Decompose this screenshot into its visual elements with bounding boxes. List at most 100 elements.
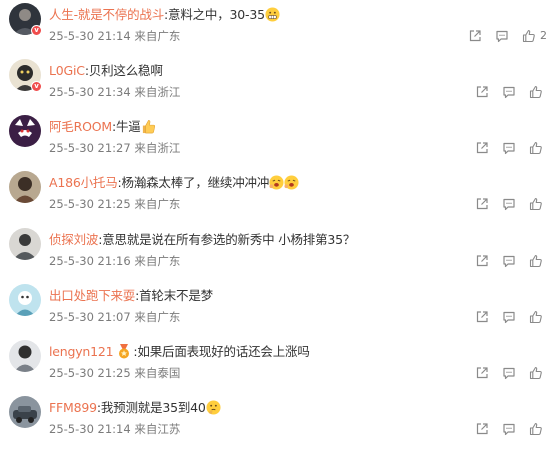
comment-line: 出口处跑下来耍:首轮末不是梦 bbox=[49, 287, 213, 304]
like-icon[interactable] bbox=[529, 422, 543, 436]
comment-actions bbox=[462, 310, 547, 324]
comment-location: 来自浙江 bbox=[134, 141, 181, 155]
comment-text: 贝利这么稳啊 bbox=[88, 63, 163, 78]
comment-text: 如果后面表现好的话还会上涨吗 bbox=[137, 344, 310, 359]
like-count: 2 bbox=[540, 29, 547, 42]
comment-item: FFM899:我预测就是35到40 25-5-30 21:14 来自江苏 bbox=[0, 396, 557, 452]
comment-icon[interactable] bbox=[502, 197, 516, 211]
comment-time: 25-5-30 21:25 bbox=[49, 197, 131, 211]
verified-badge-icon: v bbox=[31, 81, 42, 92]
comment-item: A186小托马:杨瀚森太棒了，继续冲冲冲 25-5-30 21:25 来自广东 bbox=[0, 171, 557, 227]
like-icon[interactable] bbox=[529, 310, 543, 324]
avatar[interactable] bbox=[9, 228, 41, 260]
comment-line: L0GiC:贝利这么稳啊 bbox=[49, 62, 163, 79]
comment-text: 牛逼 bbox=[115, 119, 141, 134]
username-link[interactable]: 阿毛ROOM bbox=[49, 119, 112, 134]
comment-item: 侦探刘波:意思就是说在所有参选的新秀中 小杨排第35？ 25-5-30 21:1… bbox=[0, 228, 557, 284]
comment-meta: 25-5-30 21:27 来自浙江 bbox=[49, 141, 180, 155]
comment-location: 来自广东 bbox=[134, 29, 181, 43]
comment-location: 来自浙江 bbox=[134, 85, 181, 99]
comment-text: 首轮末不是梦 bbox=[139, 288, 213, 303]
comment-meta: 25-5-30 21:07 来自广东 bbox=[49, 310, 180, 324]
avatar[interactable] bbox=[9, 115, 41, 147]
avatar[interactable] bbox=[9, 340, 41, 372]
comment-line: FFM899:我预测就是35到40 bbox=[49, 399, 221, 416]
like-icon[interactable] bbox=[529, 141, 543, 155]
grimace-emoji-icon bbox=[265, 7, 280, 22]
thumbs-up-emoji-icon bbox=[142, 120, 155, 134]
avatar[interactable] bbox=[9, 396, 41, 428]
comment-line: A186小托马:杨瀚森太棒了，继续冲冲冲 bbox=[49, 174, 299, 191]
comment-icon[interactable] bbox=[502, 254, 516, 268]
comment-text: 我预测就是35到40 bbox=[100, 400, 206, 415]
comment-actions bbox=[462, 141, 547, 155]
comment-meta: 25-5-30 21:14 来自广东 bbox=[49, 29, 180, 43]
share-icon[interactable] bbox=[475, 310, 489, 324]
username-link[interactable]: lengyn121 bbox=[49, 344, 114, 359]
comment-item: 出口处跑下来耍:首轮末不是梦 25-5-30 21:07 来自广东 bbox=[0, 284, 557, 340]
share-icon[interactable] bbox=[475, 85, 489, 99]
comment-time: 25-5-30 21:14 bbox=[49, 422, 131, 436]
cheer-emoji-icon bbox=[284, 175, 299, 190]
comment-actions: 2 bbox=[455, 29, 547, 43]
verified-badge-icon: v bbox=[31, 25, 42, 36]
comment-actions bbox=[462, 422, 547, 436]
comment-line: 侦探刘波:意思就是说在所有参选的新秀中 小杨排第35？ bbox=[49, 231, 355, 248]
comment-icon[interactable] bbox=[502, 85, 516, 99]
comment-actions bbox=[462, 197, 547, 211]
share-icon[interactable] bbox=[468, 29, 482, 43]
comment-text: 意料之中，30-35 bbox=[168, 7, 265, 22]
fan-medal-icon bbox=[119, 344, 130, 359]
username-link[interactable]: FFM899 bbox=[49, 400, 97, 415]
share-icon[interactable] bbox=[475, 366, 489, 380]
comment-icon[interactable] bbox=[495, 29, 509, 43]
comment-text: 意思就是说在所有参选的新秀中 小杨排第35？ bbox=[102, 232, 356, 247]
comment-location: 来自广东 bbox=[134, 197, 181, 211]
comment-time: 25-5-30 21:07 bbox=[49, 310, 131, 324]
username-link[interactable]: 人生-就是不停的战斗 bbox=[49, 7, 164, 22]
comment-icon[interactable] bbox=[502, 310, 516, 324]
comment-meta: 25-5-30 21:14 来自江苏 bbox=[49, 422, 180, 436]
comment-line: 阿毛ROOM:牛逼 bbox=[49, 118, 156, 135]
comment-time: 25-5-30 21:14 bbox=[49, 29, 131, 43]
comment-meta: 25-5-30 21:34 来自浙江 bbox=[49, 85, 180, 99]
comment-item: 阿毛ROOM:牛逼 25-5-30 21:27 来自浙江 bbox=[0, 115, 557, 171]
avatar[interactable] bbox=[9, 171, 41, 203]
comment-time: 25-5-30 21:25 bbox=[49, 366, 131, 380]
comment-meta: 25-5-30 21:25 来自广东 bbox=[49, 197, 180, 211]
avatar[interactable] bbox=[9, 284, 41, 316]
comment-meta: 25-5-30 21:16 来自广东 bbox=[49, 254, 180, 268]
share-icon[interactable] bbox=[475, 422, 489, 436]
comment-location: 来自泰国 bbox=[134, 366, 181, 380]
comment-icon[interactable] bbox=[502, 366, 516, 380]
comment-actions bbox=[462, 254, 547, 268]
comment-line: lengyn121:如果后面表现好的话还会上涨吗 bbox=[49, 343, 310, 360]
username-link[interactable]: 出口处跑下来耍 bbox=[49, 288, 135, 303]
share-icon[interactable] bbox=[475, 254, 489, 268]
comment-item: v 人生-就是不停的战斗:意料之中，30-35 25-5-30 21:14 来自… bbox=[0, 3, 557, 59]
comment-icon[interactable] bbox=[502, 422, 516, 436]
like-icon[interactable] bbox=[522, 29, 536, 43]
comment-icon[interactable] bbox=[502, 141, 516, 155]
comment-time: 25-5-30 21:27 bbox=[49, 141, 131, 155]
comment-meta: 25-5-30 21:25 来自泰国 bbox=[49, 366, 180, 380]
comment-time: 25-5-30 21:16 bbox=[49, 254, 131, 268]
like-icon[interactable] bbox=[529, 85, 543, 99]
share-icon[interactable] bbox=[475, 197, 489, 211]
comment-location: 来自广东 bbox=[134, 310, 181, 324]
like-icon[interactable] bbox=[529, 254, 543, 268]
share-icon[interactable] bbox=[475, 141, 489, 155]
username-link[interactable]: A186小托马 bbox=[49, 175, 118, 190]
comment-location: 来自广东 bbox=[134, 254, 181, 268]
thinking-emoji-icon bbox=[206, 400, 221, 415]
comment-text: 杨瀚森太棒了，继续冲冲冲 bbox=[121, 175, 270, 190]
comment-line: 人生-就是不停的战斗:意料之中，30-35 bbox=[49, 6, 280, 23]
comment-actions bbox=[462, 85, 547, 99]
username-link[interactable]: L0GiC bbox=[49, 63, 85, 78]
username-link[interactable]: 侦探刘波 bbox=[49, 232, 98, 247]
like-icon[interactable] bbox=[529, 197, 543, 211]
like-icon[interactable] bbox=[529, 366, 543, 380]
cheer-emoji-icon bbox=[269, 175, 284, 190]
comment-item: v L0GiC:贝利这么稳啊 25-5-30 21:34 来自浙江 bbox=[0, 59, 557, 115]
comment-location: 来自江苏 bbox=[134, 422, 181, 436]
